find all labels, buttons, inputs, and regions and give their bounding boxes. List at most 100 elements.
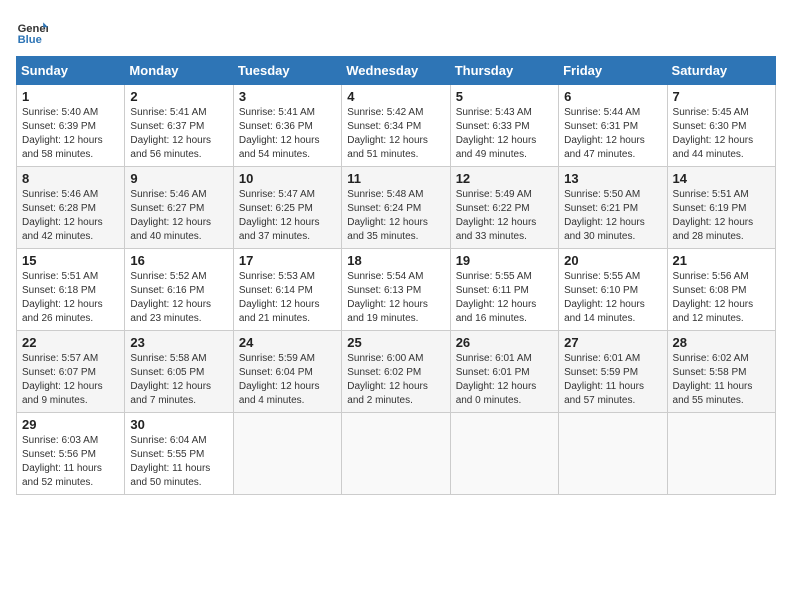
- calendar-cell: 23 Sunrise: 5:58 AMSunset: 6:05 PMDayligh…: [125, 331, 233, 413]
- day-number: 2: [130, 89, 227, 104]
- day-info: Sunrise: 6:01 AMSunset: 5:59 PMDaylight:…: [564, 352, 661, 408]
- calendar-week-row: 29 Sunrise: 6:03 AMSunset: 5:56 PMDayligh…: [17, 413, 776, 495]
- calendar-cell: 28Sunrise: 6:02 AMSunset: 5:58 PMDayligh…: [667, 331, 775, 413]
- day-number: 12: [456, 171, 553, 186]
- day-info: Sunrise: 6:04 AMSunset: 5:55 PMDaylight:…: [130, 434, 227, 490]
- calendar-cell: 10 Sunrise: 5:47 AMSunset: 6:25 PMDayligh…: [233, 167, 341, 249]
- calendar-cell: 5 Sunrise: 5:43 AMSunset: 6:33 PMDaylight…: [450, 85, 558, 167]
- day-header-tuesday: Tuesday: [233, 57, 341, 85]
- day-number: 8: [22, 171, 119, 186]
- day-number: 16: [130, 253, 227, 268]
- day-info: Sunrise: 5:41 AMSunset: 6:37 PMDaylight:…: [130, 106, 227, 162]
- day-number: 13: [564, 171, 661, 186]
- day-number: 30: [130, 417, 227, 432]
- day-number: 27: [564, 335, 661, 350]
- day-info: Sunrise: 5:51 AMSunset: 6:18 PMDaylight:…: [22, 270, 119, 326]
- day-info: Sunrise: 5:50 AMSunset: 6:21 PMDaylight:…: [564, 188, 661, 244]
- calendar-cell: 3 Sunrise: 5:41 AMSunset: 6:36 PMDaylight…: [233, 85, 341, 167]
- calendar-cell: 12 Sunrise: 5:49 AMSunset: 6:22 PMDayligh…: [450, 167, 558, 249]
- day-number: 22: [22, 335, 119, 350]
- calendar-cell: 30 Sunrise: 6:04 AMSunset: 5:55 PMDayligh…: [125, 413, 233, 495]
- calendar-cell: 2 Sunrise: 5:41 AMSunset: 6:37 PMDaylight…: [125, 85, 233, 167]
- day-number: 20: [564, 253, 661, 268]
- day-info: Sunrise: 5:42 AMSunset: 6:34 PMDaylight:…: [347, 106, 444, 162]
- day-header-sunday: Sunday: [17, 57, 125, 85]
- day-info: Sunrise: 6:00 AMSunset: 6:02 PMDaylight:…: [347, 352, 444, 408]
- calendar-cell: 8 Sunrise: 5:46 AMSunset: 6:28 PMDaylight…: [17, 167, 125, 249]
- calendar-cell: [450, 413, 558, 495]
- calendar-cell: [667, 413, 775, 495]
- calendar-header-row: SundayMondayTuesdayWednesdayThursdayFrid…: [17, 57, 776, 85]
- calendar-week-row: 22 Sunrise: 5:57 AMSunset: 6:07 PMDayligh…: [17, 331, 776, 413]
- calendar-week-row: 15Sunrise: 5:51 AMSunset: 6:18 PMDayligh…: [17, 249, 776, 331]
- svg-text:Blue: Blue: [18, 34, 42, 46]
- day-number: 17: [239, 253, 336, 268]
- day-number: 14: [673, 171, 770, 186]
- day-info: Sunrise: 5:45 AMSunset: 6:30 PMDaylight:…: [673, 106, 770, 162]
- day-info: Sunrise: 5:55 AMSunset: 6:11 PMDaylight:…: [456, 270, 553, 326]
- calendar-cell: 19 Sunrise: 5:55 AMSunset: 6:11 PMDayligh…: [450, 249, 558, 331]
- day-info: Sunrise: 5:49 AMSunset: 6:22 PMDaylight:…: [456, 188, 553, 244]
- day-info: Sunrise: 5:51 AMSunset: 6:19 PMDaylight:…: [673, 188, 770, 244]
- calendar-cell: 7Sunrise: 5:45 AMSunset: 6:30 PMDaylight…: [667, 85, 775, 167]
- day-info: Sunrise: 6:02 AMSunset: 5:58 PMDaylight:…: [673, 352, 770, 408]
- calendar-week-row: 1Sunrise: 5:40 AMSunset: 6:39 PMDaylight…: [17, 85, 776, 167]
- day-number: 19: [456, 253, 553, 268]
- calendar-cell: 16 Sunrise: 5:52 AMSunset: 6:16 PMDayligh…: [125, 249, 233, 331]
- day-info: Sunrise: 5:55 AMSunset: 6:10 PMDaylight:…: [564, 270, 661, 326]
- day-number: 10: [239, 171, 336, 186]
- day-number: 25: [347, 335, 444, 350]
- calendar-week-row: 8 Sunrise: 5:46 AMSunset: 6:28 PMDaylight…: [17, 167, 776, 249]
- day-info: Sunrise: 5:54 AMSunset: 6:13 PMDaylight:…: [347, 270, 444, 326]
- day-info: Sunrise: 5:57 AMSunset: 6:07 PMDaylight:…: [22, 352, 119, 408]
- calendar-cell: 9 Sunrise: 5:46 AMSunset: 6:27 PMDaylight…: [125, 167, 233, 249]
- calendar-cell: 17 Sunrise: 5:53 AMSunset: 6:14 PMDayligh…: [233, 249, 341, 331]
- day-header-saturday: Saturday: [667, 57, 775, 85]
- day-number: 23: [130, 335, 227, 350]
- page-header: General Blue: [16, 16, 776, 48]
- day-number: 18: [347, 253, 444, 268]
- day-number: 9: [130, 171, 227, 186]
- calendar-cell: 25 Sunrise: 6:00 AMSunset: 6:02 PMDayligh…: [342, 331, 450, 413]
- calendar-cell: 18 Sunrise: 5:54 AMSunset: 6:13 PMDayligh…: [342, 249, 450, 331]
- calendar-table: SundayMondayTuesdayWednesdayThursdayFrid…: [16, 56, 776, 495]
- day-info: Sunrise: 5:53 AMSunset: 6:14 PMDaylight:…: [239, 270, 336, 326]
- day-info: Sunrise: 5:44 AMSunset: 6:31 PMDaylight:…: [564, 106, 661, 162]
- day-header-monday: Monday: [125, 57, 233, 85]
- calendar-cell: 4 Sunrise: 5:42 AMSunset: 6:34 PMDaylight…: [342, 85, 450, 167]
- calendar-cell: 21Sunrise: 5:56 AMSunset: 6:08 PMDayligh…: [667, 249, 775, 331]
- day-number: 24: [239, 335, 336, 350]
- calendar-cell: 1Sunrise: 5:40 AMSunset: 6:39 PMDaylight…: [17, 85, 125, 167]
- calendar-cell: [342, 413, 450, 495]
- day-info: Sunrise: 5:59 AMSunset: 6:04 PMDaylight:…: [239, 352, 336, 408]
- day-info: Sunrise: 5:40 AMSunset: 6:39 PMDaylight:…: [22, 106, 119, 162]
- calendar-cell: 11Sunrise: 5:48 AMSunset: 6:24 PMDayligh…: [342, 167, 450, 249]
- day-info: Sunrise: 5:47 AMSunset: 6:25 PMDaylight:…: [239, 188, 336, 244]
- day-number: 3: [239, 89, 336, 104]
- logo-icon: General Blue: [16, 16, 48, 48]
- day-info: Sunrise: 5:56 AMSunset: 6:08 PMDaylight:…: [673, 270, 770, 326]
- day-info: Sunrise: 5:43 AMSunset: 6:33 PMDaylight:…: [456, 106, 553, 162]
- day-info: Sunrise: 5:52 AMSunset: 6:16 PMDaylight:…: [130, 270, 227, 326]
- calendar-cell: 24 Sunrise: 5:59 AMSunset: 6:04 PMDayligh…: [233, 331, 341, 413]
- calendar-cell: 13 Sunrise: 5:50 AMSunset: 6:21 PMDayligh…: [559, 167, 667, 249]
- day-info: Sunrise: 6:03 AMSunset: 5:56 PMDaylight:…: [22, 434, 119, 490]
- day-number: 5: [456, 89, 553, 104]
- calendar-cell: 29 Sunrise: 6:03 AMSunset: 5:56 PMDayligh…: [17, 413, 125, 495]
- day-number: 29: [22, 417, 119, 432]
- day-info: Sunrise: 5:41 AMSunset: 6:36 PMDaylight:…: [239, 106, 336, 162]
- day-info: Sunrise: 5:58 AMSunset: 6:05 PMDaylight:…: [130, 352, 227, 408]
- day-info: Sunrise: 5:46 AMSunset: 6:27 PMDaylight:…: [130, 188, 227, 244]
- day-number: 4: [347, 89, 444, 104]
- calendar-cell: 20 Sunrise: 5:55 AMSunset: 6:10 PMDayligh…: [559, 249, 667, 331]
- calendar-cell: 15Sunrise: 5:51 AMSunset: 6:18 PMDayligh…: [17, 249, 125, 331]
- day-number: 11: [347, 171, 444, 186]
- calendar-cell: 26Sunrise: 6:01 AMSunset: 6:01 PMDayligh…: [450, 331, 558, 413]
- logo: General Blue: [16, 16, 52, 48]
- day-info: Sunrise: 6:01 AMSunset: 6:01 PMDaylight:…: [456, 352, 553, 408]
- day-header-friday: Friday: [559, 57, 667, 85]
- day-number: 6: [564, 89, 661, 104]
- calendar-cell: [559, 413, 667, 495]
- calendar-cell: 22 Sunrise: 5:57 AMSunset: 6:07 PMDayligh…: [17, 331, 125, 413]
- day-info: Sunrise: 5:46 AMSunset: 6:28 PMDaylight:…: [22, 188, 119, 244]
